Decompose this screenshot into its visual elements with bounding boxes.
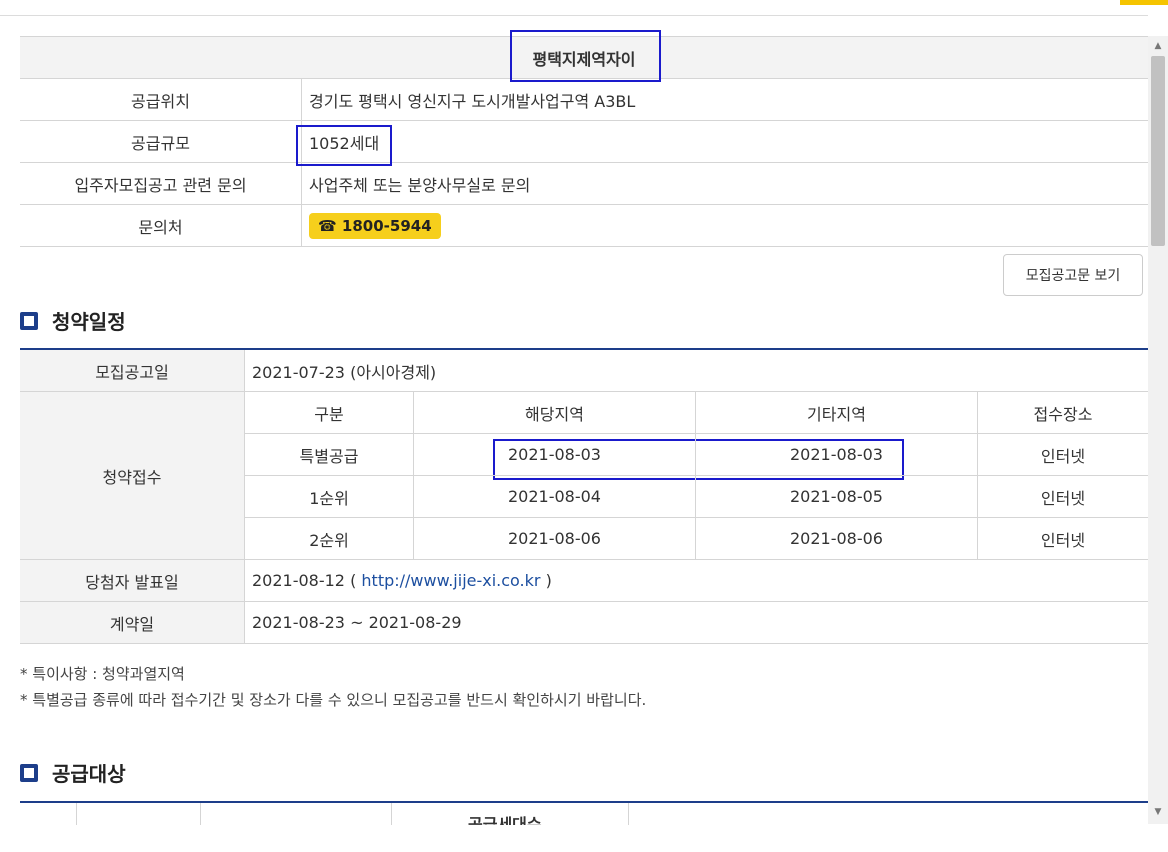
info-row-contact: 문의처 ☎ 1800-5944 [20,204,1148,247]
column-divider [76,803,77,825]
scroll-down-arrow-icon[interactable]: ▼ [1148,802,1168,822]
table-cell: 2순위 [244,517,414,560]
row-header: 모집공고일 [20,349,245,392]
table-cell: 1순위 [244,475,414,518]
row-header: 계약일 [20,601,245,644]
schedule-row-announce: 모집공고일 2021-07-23 (아시아경제) [20,349,1148,392]
table-cell: 2021-08-04 [413,475,696,518]
table-cell: 인터넷 [977,475,1148,518]
contract-value: 2021-08-23 ~ 2021-08-29 [244,601,1148,644]
row-header: 청약접수 [20,391,245,560]
table-cell: 2021-08-06 [413,517,696,560]
column-divider [200,803,201,825]
phone-badge[interactable]: ☎ 1800-5944 [309,212,441,239]
section-title-text: 청약일정 [52,310,126,334]
table-cell: 특별공급 [244,433,414,476]
info-row-scale: 공급규모 1052세대 [20,120,1148,163]
info-value: 경기도 평택시 영신지구 도시개발사업구역 A3BL [301,78,1148,121]
info-value: ☎ 1800-5944 [301,204,1148,247]
top-accent-bar [1120,0,1168,5]
table-cell: 2021-08-06 [695,517,978,560]
info-label: 입주자모집공고 관련 문의 [20,162,302,205]
complex-info-table: 평택지제역자이 공급위치 경기도 평택시 영신지구 도시개발사업구역 A3BL … [20,36,1148,247]
section-title-supply: 공급대상 [20,758,126,787]
announce-value: 2021-07-23 (아시아경제) [244,349,1148,392]
table-cell: 2021-08-03 [695,433,978,476]
column-header-partial: 공급세대수 [468,815,542,825]
square-bullet-icon [20,764,38,782]
schedule-row-winner: 당첨자 발표일 2021-08-12 ( http://www.jije-xi.… [20,559,1148,602]
column-divider [628,803,629,825]
row-header: 당첨자 발표일 [20,559,245,602]
note-warning: * 특별공급 종류에 따라 접수기간 및 장소가 다를 수 있으니 모집공고를 … [20,691,647,709]
complex-name: 평택지제역자이 [20,36,1148,79]
winner-link[interactable]: http://www.jije-xi.co.kr [361,571,540,590]
complex-title-row: 평택지제역자이 [20,36,1148,79]
section-title-schedule: 청약일정 [20,306,126,335]
info-row-location: 공급위치 경기도 평택시 영신지구 도시개발사업구역 A3BL [20,78,1148,121]
column-header: 해당지역 [413,391,696,434]
table-cell: 인터넷 [977,433,1148,476]
supply-table-header-partial: 공급세대수 [20,803,1148,825]
table-cell: 2021-08-05 [695,475,978,518]
info-label: 공급규모 [20,120,302,163]
scroll-up-arrow-icon[interactable]: ▲ [1148,36,1168,56]
note-special: * 특이사항 : 청약과열지역 [20,665,185,683]
view-notice-button[interactable]: 모집공고문 보기 [1003,254,1143,296]
schedule-table: 모집공고일 2021-07-23 (아시아경제) 청약접수 구분 해당지역 기타… [20,348,1148,644]
info-label: 공급위치 [20,78,302,121]
column-header: 기타지역 [695,391,978,434]
receipt-header-row: 청약접수 구분 해당지역 기타지역 접수장소 [20,391,1148,560]
square-bullet-icon [20,312,38,330]
info-value: 사업주체 또는 분양사무실로 문의 [301,162,1148,205]
winner-paren: ) [545,571,552,590]
winner-date: 2021-08-12 ( [252,571,357,590]
info-row-inquiry: 입주자모집공고 관련 문의 사업주체 또는 분양사무실로 문의 [20,162,1148,205]
table-cell: 인터넷 [977,517,1148,560]
scrollbar-thumb[interactable] [1151,56,1165,246]
winner-value: 2021-08-12 ( http://www.jije-xi.co.kr ) [244,559,1148,602]
column-header: 구분 [244,391,414,434]
table-cell: 2021-08-03 [413,433,696,476]
section-title-text: 공급대상 [52,762,126,786]
column-header: 접수장소 [977,391,1148,434]
column-divider [391,803,392,825]
info-value: 1052세대 [301,120,1148,163]
top-divider [0,15,1148,16]
info-label: 문의처 [20,204,302,247]
schedule-row-contract: 계약일 2021-08-23 ~ 2021-08-29 [20,601,1148,644]
